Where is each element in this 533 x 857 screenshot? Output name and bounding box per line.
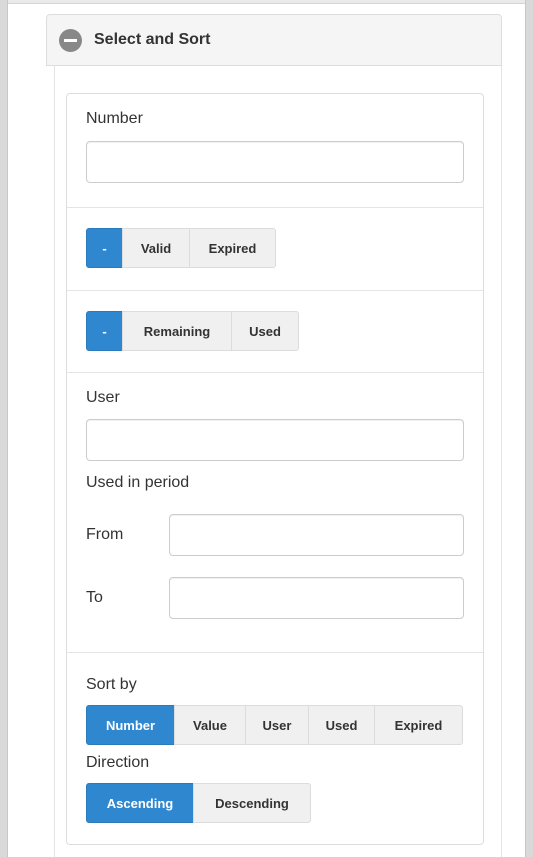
sort-section: Sort by Number Value User Used Expired D… <box>67 653 483 844</box>
used-in-period-label: Used in period <box>86 474 190 491</box>
validity-toggle: - Valid Expired <box>86 228 276 268</box>
sort-by-label: Sort by <box>86 676 137 693</box>
user-label: User <box>86 389 120 406</box>
window-frame-top <box>8 0 525 4</box>
sort-used-button[interactable]: Used <box>308 705 375 745</box>
sort-number-button[interactable]: Number <box>86 705 175 745</box>
validity-valid-button[interactable]: Valid <box>122 228 190 268</box>
direction-toggle: Ascending Descending <box>86 783 311 823</box>
remaining-section: - Remaining Used <box>67 291 483 373</box>
window-frame-left <box>0 0 8 857</box>
user-period-section: User Used in period From To <box>67 373 483 653</box>
user-input[interactable] <box>86 419 464 461</box>
sort-by-toggle: Number Value User Used Expired <box>86 705 463 745</box>
direction-label: Direction <box>86 754 150 771</box>
minus-circle-icon[interactable] <box>59 28 82 52</box>
remaining-toggle: - Remaining Used <box>86 311 299 351</box>
from-date-input[interactable] <box>169 514 464 556</box>
sort-expired-button[interactable]: Expired <box>374 705 463 745</box>
window-frame-right <box>525 0 533 857</box>
validity-any-button[interactable]: - <box>86 228 123 268</box>
number-input[interactable] <box>86 141 464 183</box>
to-date-input[interactable] <box>169 577 464 619</box>
to-label: To <box>86 589 103 606</box>
validity-section: - Valid Expired <box>67 208 483 291</box>
number-section: Number <box>67 94 483 208</box>
panel-header[interactable]: Select and Sort <box>46 14 502 66</box>
panel-title: Select and Sort <box>94 31 211 48</box>
direction-descending-button[interactable]: Descending <box>193 783 311 823</box>
validity-expired-button[interactable]: Expired <box>189 228 276 268</box>
number-label: Number <box>86 110 143 127</box>
remaining-remaining-button[interactable]: Remaining <box>122 311 232 351</box>
from-label: From <box>86 526 124 543</box>
remaining-any-button[interactable]: - <box>86 311 123 351</box>
direction-ascending-button[interactable]: Ascending <box>86 783 194 823</box>
filter-card: Number - Valid Expired - Remaining Used … <box>66 93 484 845</box>
sort-value-button[interactable]: Value <box>174 705 246 745</box>
sort-user-button[interactable]: User <box>245 705 309 745</box>
remaining-used-button[interactable]: Used <box>231 311 299 351</box>
